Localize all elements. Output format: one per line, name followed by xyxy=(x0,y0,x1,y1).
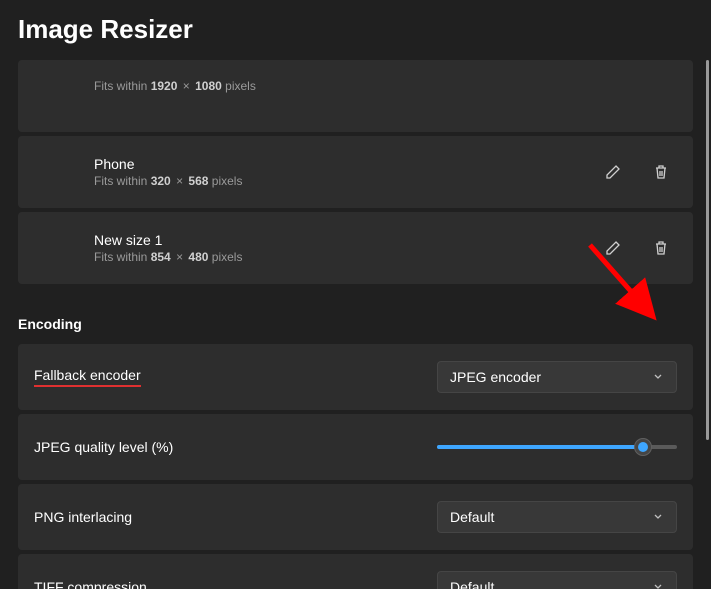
dropdown-value: Default xyxy=(450,579,494,589)
page-title: Image Resizer xyxy=(18,14,693,45)
setting-tiff-compression: TIFF compression Default xyxy=(18,554,693,589)
preset-row-phone[interactable]: Phone Fits within 320 × 568 pixels xyxy=(18,136,693,208)
fallback-encoder-label: Fallback encoder xyxy=(34,367,141,387)
png-interlacing-dropdown[interactable]: Default xyxy=(437,501,677,533)
preset-actions xyxy=(603,238,677,258)
setting-fallback-encoder: Fallback encoder JPEG encoder xyxy=(18,344,693,410)
preset-height: 1080 xyxy=(195,79,222,93)
scrollbar[interactable] xyxy=(706,60,709,440)
tiff-compression-dropdown[interactable]: Default xyxy=(437,571,677,589)
setting-label: Fallback encoder xyxy=(34,367,141,387)
setting-jpeg-quality: JPEG quality level (%) xyxy=(18,414,693,480)
chevron-down-icon xyxy=(652,369,664,385)
png-interlacing-label: PNG interlacing xyxy=(34,509,132,525)
page-header: Image Resizer xyxy=(0,0,711,63)
setting-png-interlacing: PNG interlacing Default xyxy=(18,484,693,550)
times-icon: × xyxy=(176,250,183,264)
jpeg-quality-label: JPEG quality level (%) xyxy=(34,439,173,455)
fits-prefix: Fits within xyxy=(94,250,147,264)
preset-subtitle: Fits within 1920 × 1080 pixels xyxy=(94,79,256,93)
edit-icon[interactable] xyxy=(603,238,623,258)
section-heading-encoding: Encoding xyxy=(18,316,699,332)
slider-thumb[interactable] xyxy=(634,438,652,456)
preset-actions xyxy=(603,162,677,182)
preset-text: New size 1 Fits within 854 × 480 pixels xyxy=(76,232,242,264)
dropdown-value: JPEG encoder xyxy=(450,369,541,385)
pixels-suffix: pixels xyxy=(212,174,243,188)
preset-subtitle: Fits within 854 × 480 pixels xyxy=(94,250,242,264)
preset-text: Phone Fits within 320 × 568 pixels xyxy=(76,156,242,188)
preset-width: 1920 xyxy=(151,79,178,93)
preset-width: 320 xyxy=(151,174,171,188)
pixels-suffix: pixels xyxy=(212,250,243,264)
preset-height: 568 xyxy=(188,174,208,188)
jpeg-quality-slider[interactable] xyxy=(437,437,677,457)
preset-row-newsize1[interactable]: New size 1 Fits within 854 × 480 pixels xyxy=(18,212,693,284)
chevron-down-icon xyxy=(652,509,664,525)
preset-title: New size 1 xyxy=(94,232,242,248)
preset-row-partial[interactable]: Fits within 1920 × 1080 pixels xyxy=(18,60,693,132)
fallback-encoder-dropdown[interactable]: JPEG encoder xyxy=(437,361,677,393)
tiff-compression-label: TIFF compression xyxy=(34,579,147,589)
slider-fill xyxy=(437,445,643,449)
preset-width: 854 xyxy=(151,250,171,264)
trash-icon[interactable] xyxy=(651,162,671,182)
times-icon: × xyxy=(176,174,183,188)
chevron-down-icon xyxy=(652,579,664,589)
settings-scroll-area: Fits within 1920 × 1080 pixels Phone Fit… xyxy=(18,60,699,589)
preset-title: Phone xyxy=(94,156,242,172)
fits-prefix: Fits within xyxy=(94,174,147,188)
dropdown-value: Default xyxy=(450,509,494,525)
trash-icon[interactable] xyxy=(651,238,671,258)
fits-prefix: Fits within xyxy=(94,79,147,93)
preset-height: 480 xyxy=(188,250,208,264)
pixels-suffix: pixels xyxy=(225,79,256,93)
preset-subtitle: Fits within 320 × 568 pixels xyxy=(94,174,242,188)
edit-icon[interactable] xyxy=(603,162,623,182)
times-icon: × xyxy=(183,79,190,93)
